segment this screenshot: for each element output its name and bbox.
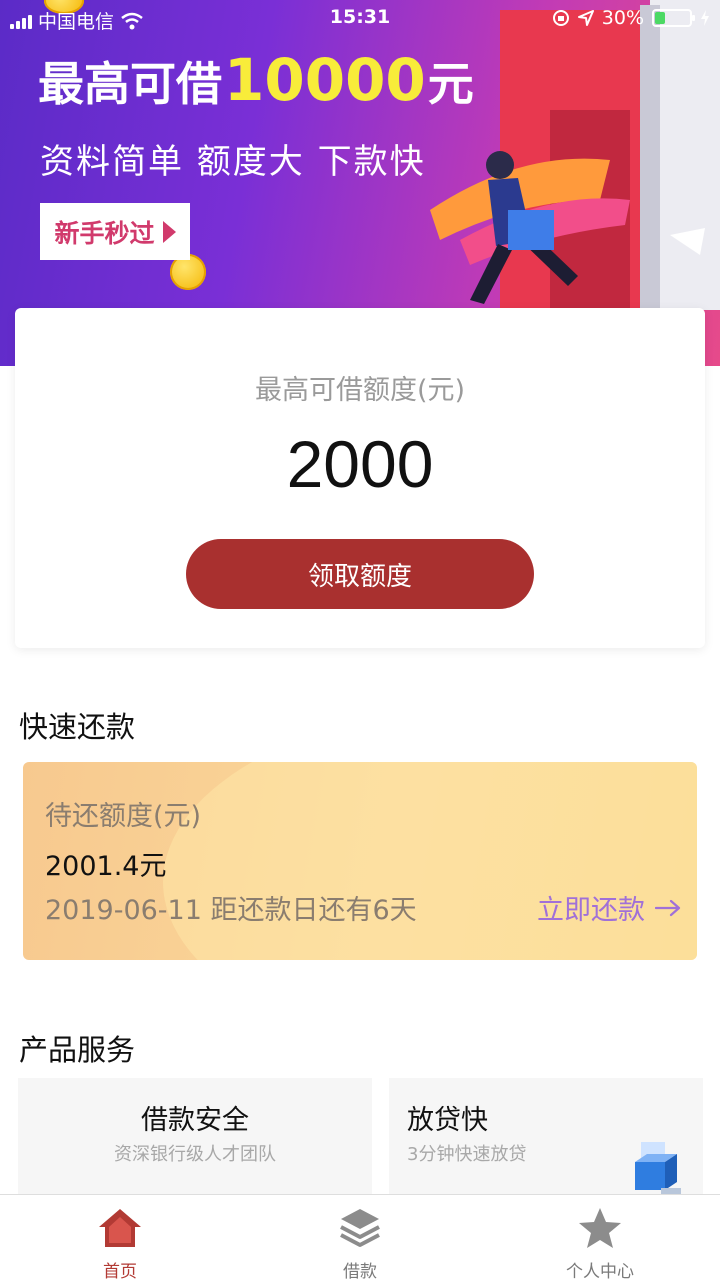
product-title: 借款安全	[141, 1105, 249, 1136]
tab-loan[interactable]: 借款	[280, 1195, 440, 1280]
banner-title: 最高可借 10000 元	[38, 46, 474, 114]
products-section-title: 产品服务	[19, 1033, 136, 1067]
quota-card: 最高可借额度(元) 2000 领取额度	[15, 308, 705, 648]
play-arrow-icon	[162, 220, 176, 243]
bottom-tab-bar: 首页 借款 个人中心	[0, 1194, 720, 1280]
claim-quota-button[interactable]: 领取额度	[186, 539, 534, 609]
banner-title-suffix: 元	[427, 57, 474, 111]
battery-percent: 30%	[601, 7, 644, 29]
repay-card[interactable]: 待还额度(元) 2001.4元 2019-06-11 距还款日还有6天 立即还款	[23, 762, 697, 960]
repay-due-text: 2019-06-11 距还款日还有6天	[45, 895, 417, 926]
charging-icon	[701, 10, 709, 26]
home-icon	[99, 1209, 141, 1247]
location-icon	[577, 10, 594, 26]
card-decoration	[163, 762, 697, 960]
tab-label: 个人中心	[566, 1262, 634, 1280]
banner-title-amount: 10000	[224, 46, 426, 114]
banner-title-prefix: 最高可借	[38, 57, 222, 111]
repay-now-link[interactable]: 立即还款	[537, 888, 681, 927]
product-card-fast[interactable]: 放贷快 3分钟快速放贷	[389, 1078, 703, 1208]
tab-home[interactable]: 首页	[40, 1195, 200, 1280]
arrow-right-icon	[655, 899, 681, 916]
tab-label: 借款	[343, 1262, 377, 1280]
battery-icon	[652, 9, 695, 27]
repay-now-label: 立即还款	[537, 895, 645, 926]
rotation-lock-icon	[552, 10, 569, 26]
banner-button-label: 新手秒过	[54, 218, 155, 248]
repay-amount: 2001.4元	[45, 851, 167, 882]
repay-section-title: 快速还款	[19, 710, 136, 744]
product-desc: 资深银行级人才团队	[114, 1144, 276, 1165]
tab-profile[interactable]: 个人中心	[520, 1195, 680, 1280]
status-bar: 中国电信 15:31 30%	[0, 0, 720, 40]
tab-label: 首页	[103, 1262, 137, 1280]
product-title: 放贷快	[407, 1105, 488, 1136]
star-icon	[579, 1208, 621, 1248]
banner-subtitle: 资料简单 额度大 下款快	[40, 142, 426, 182]
banner-newbie-button[interactable]: 新手秒过	[40, 203, 190, 260]
cube-icon	[635, 1142, 681, 1196]
product-card-safety[interactable]: 借款安全 资深银行级人才团队	[18, 1078, 372, 1208]
repay-label: 待还额度(元)	[45, 801, 202, 832]
quota-value: 2000	[286, 427, 434, 501]
product-desc: 3分钟快速放贷	[407, 1144, 527, 1165]
layers-icon	[340, 1209, 380, 1247]
quota-label: 最高可借额度(元)	[254, 375, 466, 406]
